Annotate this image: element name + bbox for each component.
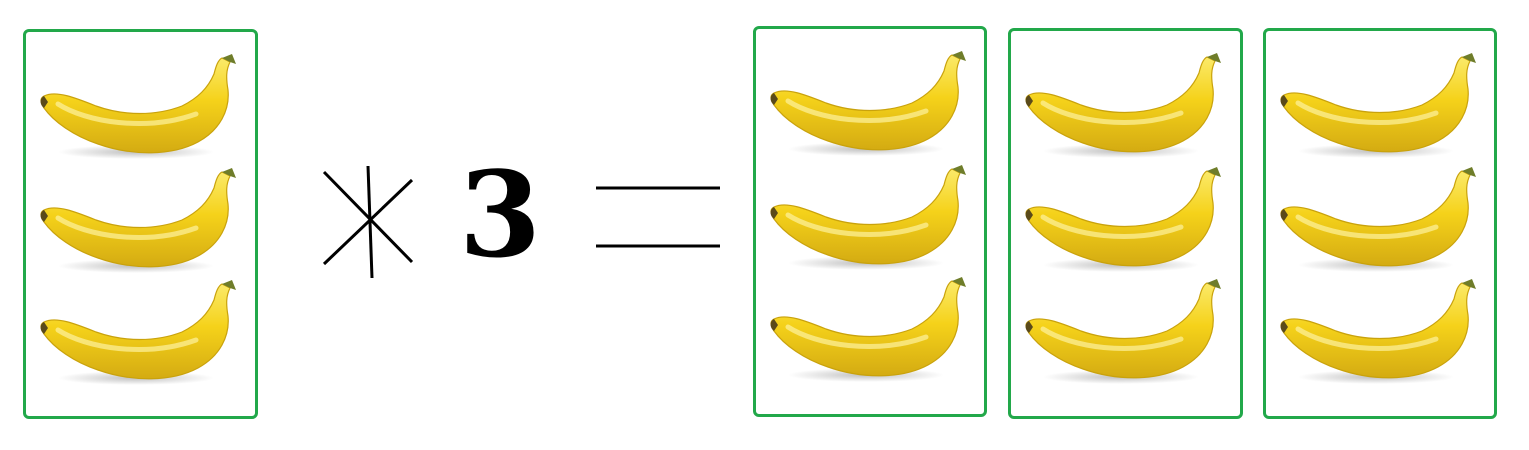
banana-icon (36, 52, 236, 164)
banana-icon (1276, 277, 1476, 389)
multiply-icon (318, 162, 418, 282)
banana-icon (36, 278, 236, 390)
banana-icon (1021, 277, 1221, 389)
left-banana-group (23, 29, 258, 419)
banana-icon (1021, 165, 1221, 277)
right-banana-group (1008, 28, 1243, 419)
banana-icon (766, 275, 966, 387)
banana-icon (1021, 51, 1221, 163)
banana-icon (766, 49, 966, 161)
equals-icon (594, 182, 724, 254)
banana-multiplication-diagram: { "equation": { "multiplier": "3", "oper… (0, 0, 1529, 450)
multiplier-number: 3 (458, 145, 542, 284)
right-banana-group (753, 26, 987, 417)
right-banana-group (1263, 28, 1497, 419)
banana-icon (1276, 51, 1476, 163)
banana-icon (766, 163, 966, 275)
banana-icon (36, 166, 236, 278)
banana-icon (1276, 165, 1476, 277)
